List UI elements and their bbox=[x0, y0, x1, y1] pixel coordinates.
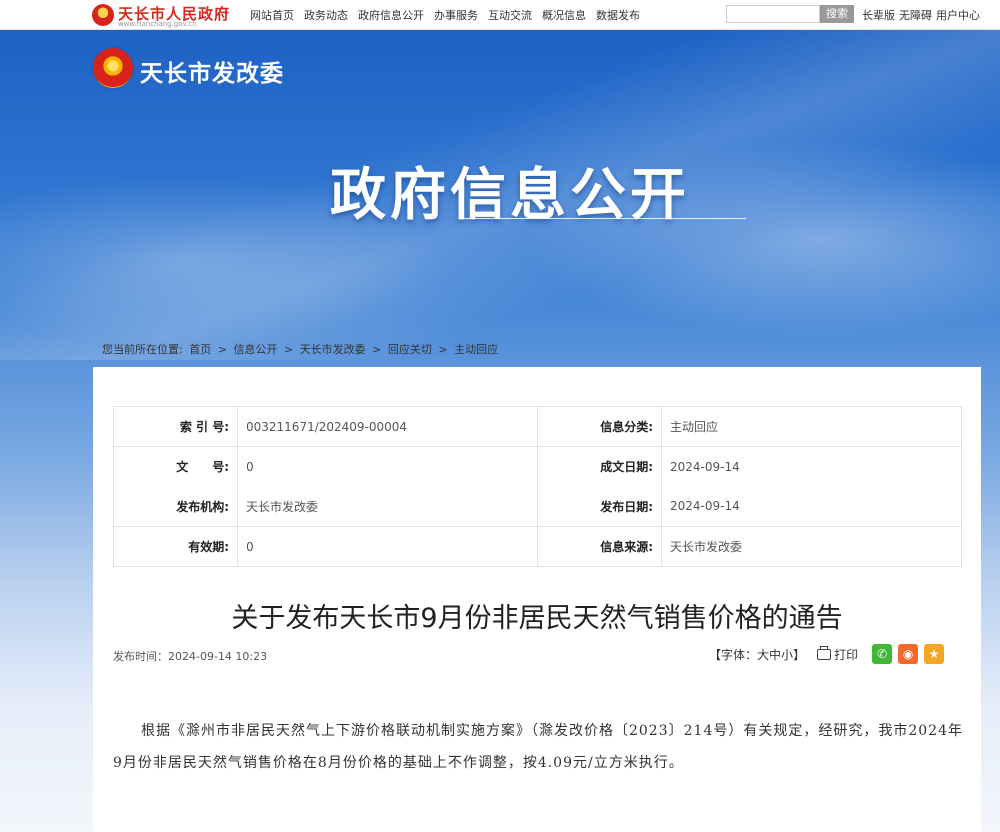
accessibility-link[interactable]: 无障碍 bbox=[899, 7, 932, 23]
print-label: 打印 bbox=[834, 647, 859, 662]
publish-time: 发布时间：2024-09-14 10:23 bbox=[113, 650, 268, 663]
meta-row: 文 号: 0 成文日期: 2024-09-14 bbox=[113, 446, 962, 487]
qzone-share-icon[interactable]: ★ bbox=[924, 644, 945, 664]
top-links: 长辈版 无障碍 用户中心 bbox=[862, 7, 980, 23]
breadcrumb-separator: > bbox=[217, 343, 227, 356]
font-label-close: 】 bbox=[793, 647, 806, 662]
article-title: 关于发布天长市9月份非居民天然气销售价格的通告 bbox=[231, 603, 843, 634]
national-emblem-icon bbox=[93, 48, 133, 88]
source-value: 天长市发改委 bbox=[661, 526, 962, 567]
breadcrumb-separator: > bbox=[372, 343, 382, 356]
index-value: 003211671/202409-00004 bbox=[237, 406, 538, 447]
breadcrumb-disclosure[interactable]: 信息公开 bbox=[233, 343, 277, 356]
published-value: 2024-09-14 bbox=[661, 486, 962, 527]
search-input[interactable] bbox=[726, 5, 820, 23]
meta-row: 索 引 号: 003211671/202409-00004 信息分类: 主动回应 bbox=[113, 406, 962, 447]
article-toolbar: 【字体：大中小】 打印 ✆ ◉ ★ bbox=[709, 644, 945, 664]
breadcrumb-prefix: 您当前所在位置: bbox=[102, 343, 183, 356]
font-small-button[interactable]: 小 bbox=[781, 648, 793, 662]
meta-row: 有效期: 0 信息来源: 天长市发改委 bbox=[113, 526, 962, 567]
banner-underline bbox=[460, 218, 746, 219]
meta-table: 索 引 号: 003211671/202409-00004 信息分类: 主动回应… bbox=[113, 406, 962, 567]
top-bar: 天长市人民政府 www.tianchang.gov.cn 网站首页 政务动态 政… bbox=[0, 0, 1000, 30]
elder-mode-link[interactable]: 长辈版 bbox=[862, 7, 895, 23]
gov-logo-url: www.tianchang.gov.cn bbox=[118, 20, 197, 28]
breadcrumb-concerns[interactable]: 回应关切 bbox=[388, 343, 432, 356]
wechat-share-icon[interactable]: ✆ bbox=[872, 644, 893, 664]
user-center-link[interactable]: 用户中心 bbox=[936, 7, 980, 23]
docno-value: 0 bbox=[237, 446, 538, 487]
created-value: 2024-09-14 bbox=[661, 446, 962, 487]
top-nav: 网站首页 政务动态 政府信息公开 办事服务 互动交流 概况信息 数据发布 bbox=[250, 7, 640, 23]
nav-item-services[interactable]: 办事服务 bbox=[434, 7, 478, 23]
breadcrumb-home[interactable]: 首页 bbox=[189, 343, 211, 356]
font-medium-button[interactable]: 中 bbox=[769, 648, 781, 662]
category-label: 信息分类: bbox=[537, 406, 662, 447]
nav-item-disclosure[interactable]: 政府信息公开 bbox=[358, 7, 424, 23]
breadcrumb: 您当前所在位置: 首页 > 信息公开 > 天长市发改委 > 回应关切 > 主动回… bbox=[102, 341, 501, 357]
nav-item-home[interactable]: 网站首页 bbox=[250, 7, 294, 23]
breadcrumb-current[interactable]: 主动回应 bbox=[454, 343, 498, 356]
issuer-value: 天长市发改委 bbox=[237, 486, 538, 527]
print-button[interactable]: 打印 bbox=[817, 645, 859, 663]
index-label: 索 引 号: bbox=[113, 406, 238, 447]
emblem-icon bbox=[92, 4, 114, 26]
created-label: 成文日期: bbox=[537, 446, 662, 487]
breadcrumb-dept[interactable]: 天长市发改委 bbox=[300, 343, 366, 356]
published-label: 发布日期: bbox=[537, 486, 662, 527]
meta-row: 发布机构: 天长市发改委 发布日期: 2024-09-14 bbox=[113, 486, 962, 527]
category-value: 主动回应 bbox=[661, 406, 962, 447]
search-button[interactable]: 搜索 bbox=[820, 5, 854, 23]
nav-item-news[interactable]: 政务动态 bbox=[304, 7, 348, 23]
weibo-share-icon[interactable]: ◉ bbox=[898, 644, 919, 664]
content-card: 索 引 号: 003211671/202409-00004 信息分类: 主动回应… bbox=[93, 367, 981, 832]
validity-value: 0 bbox=[237, 526, 538, 567]
font-size-switcher: 【字体：大中小】 bbox=[709, 646, 805, 663]
nav-item-overview[interactable]: 概况信息 bbox=[542, 7, 586, 23]
article-body: 根据《滁州市非居民天然气上下游价格联动机制实施方案》（滁发改价格〔2023〕21… bbox=[113, 723, 963, 771]
validity-label: 有效期: bbox=[113, 526, 238, 567]
source-label: 信息来源: bbox=[537, 526, 662, 567]
docno-label: 文 号: bbox=[113, 446, 238, 487]
breadcrumb-separator: > bbox=[438, 343, 448, 356]
font-label-open: 【字体： bbox=[709, 647, 758, 662]
site-title[interactable]: 天长市发改委 bbox=[140, 54, 284, 88]
font-large-button[interactable]: 大 bbox=[757, 648, 769, 662]
gov-logo[interactable]: 天长市人民政府 www.tianchang.gov.cn bbox=[92, 3, 242, 28]
issuer-label: 发布机构: bbox=[113, 486, 238, 527]
breadcrumb-separator: > bbox=[283, 343, 294, 356]
printer-icon bbox=[817, 645, 832, 660]
nav-item-data[interactable]: 数据发布 bbox=[596, 7, 640, 23]
nav-item-interaction[interactable]: 互动交流 bbox=[488, 7, 532, 23]
